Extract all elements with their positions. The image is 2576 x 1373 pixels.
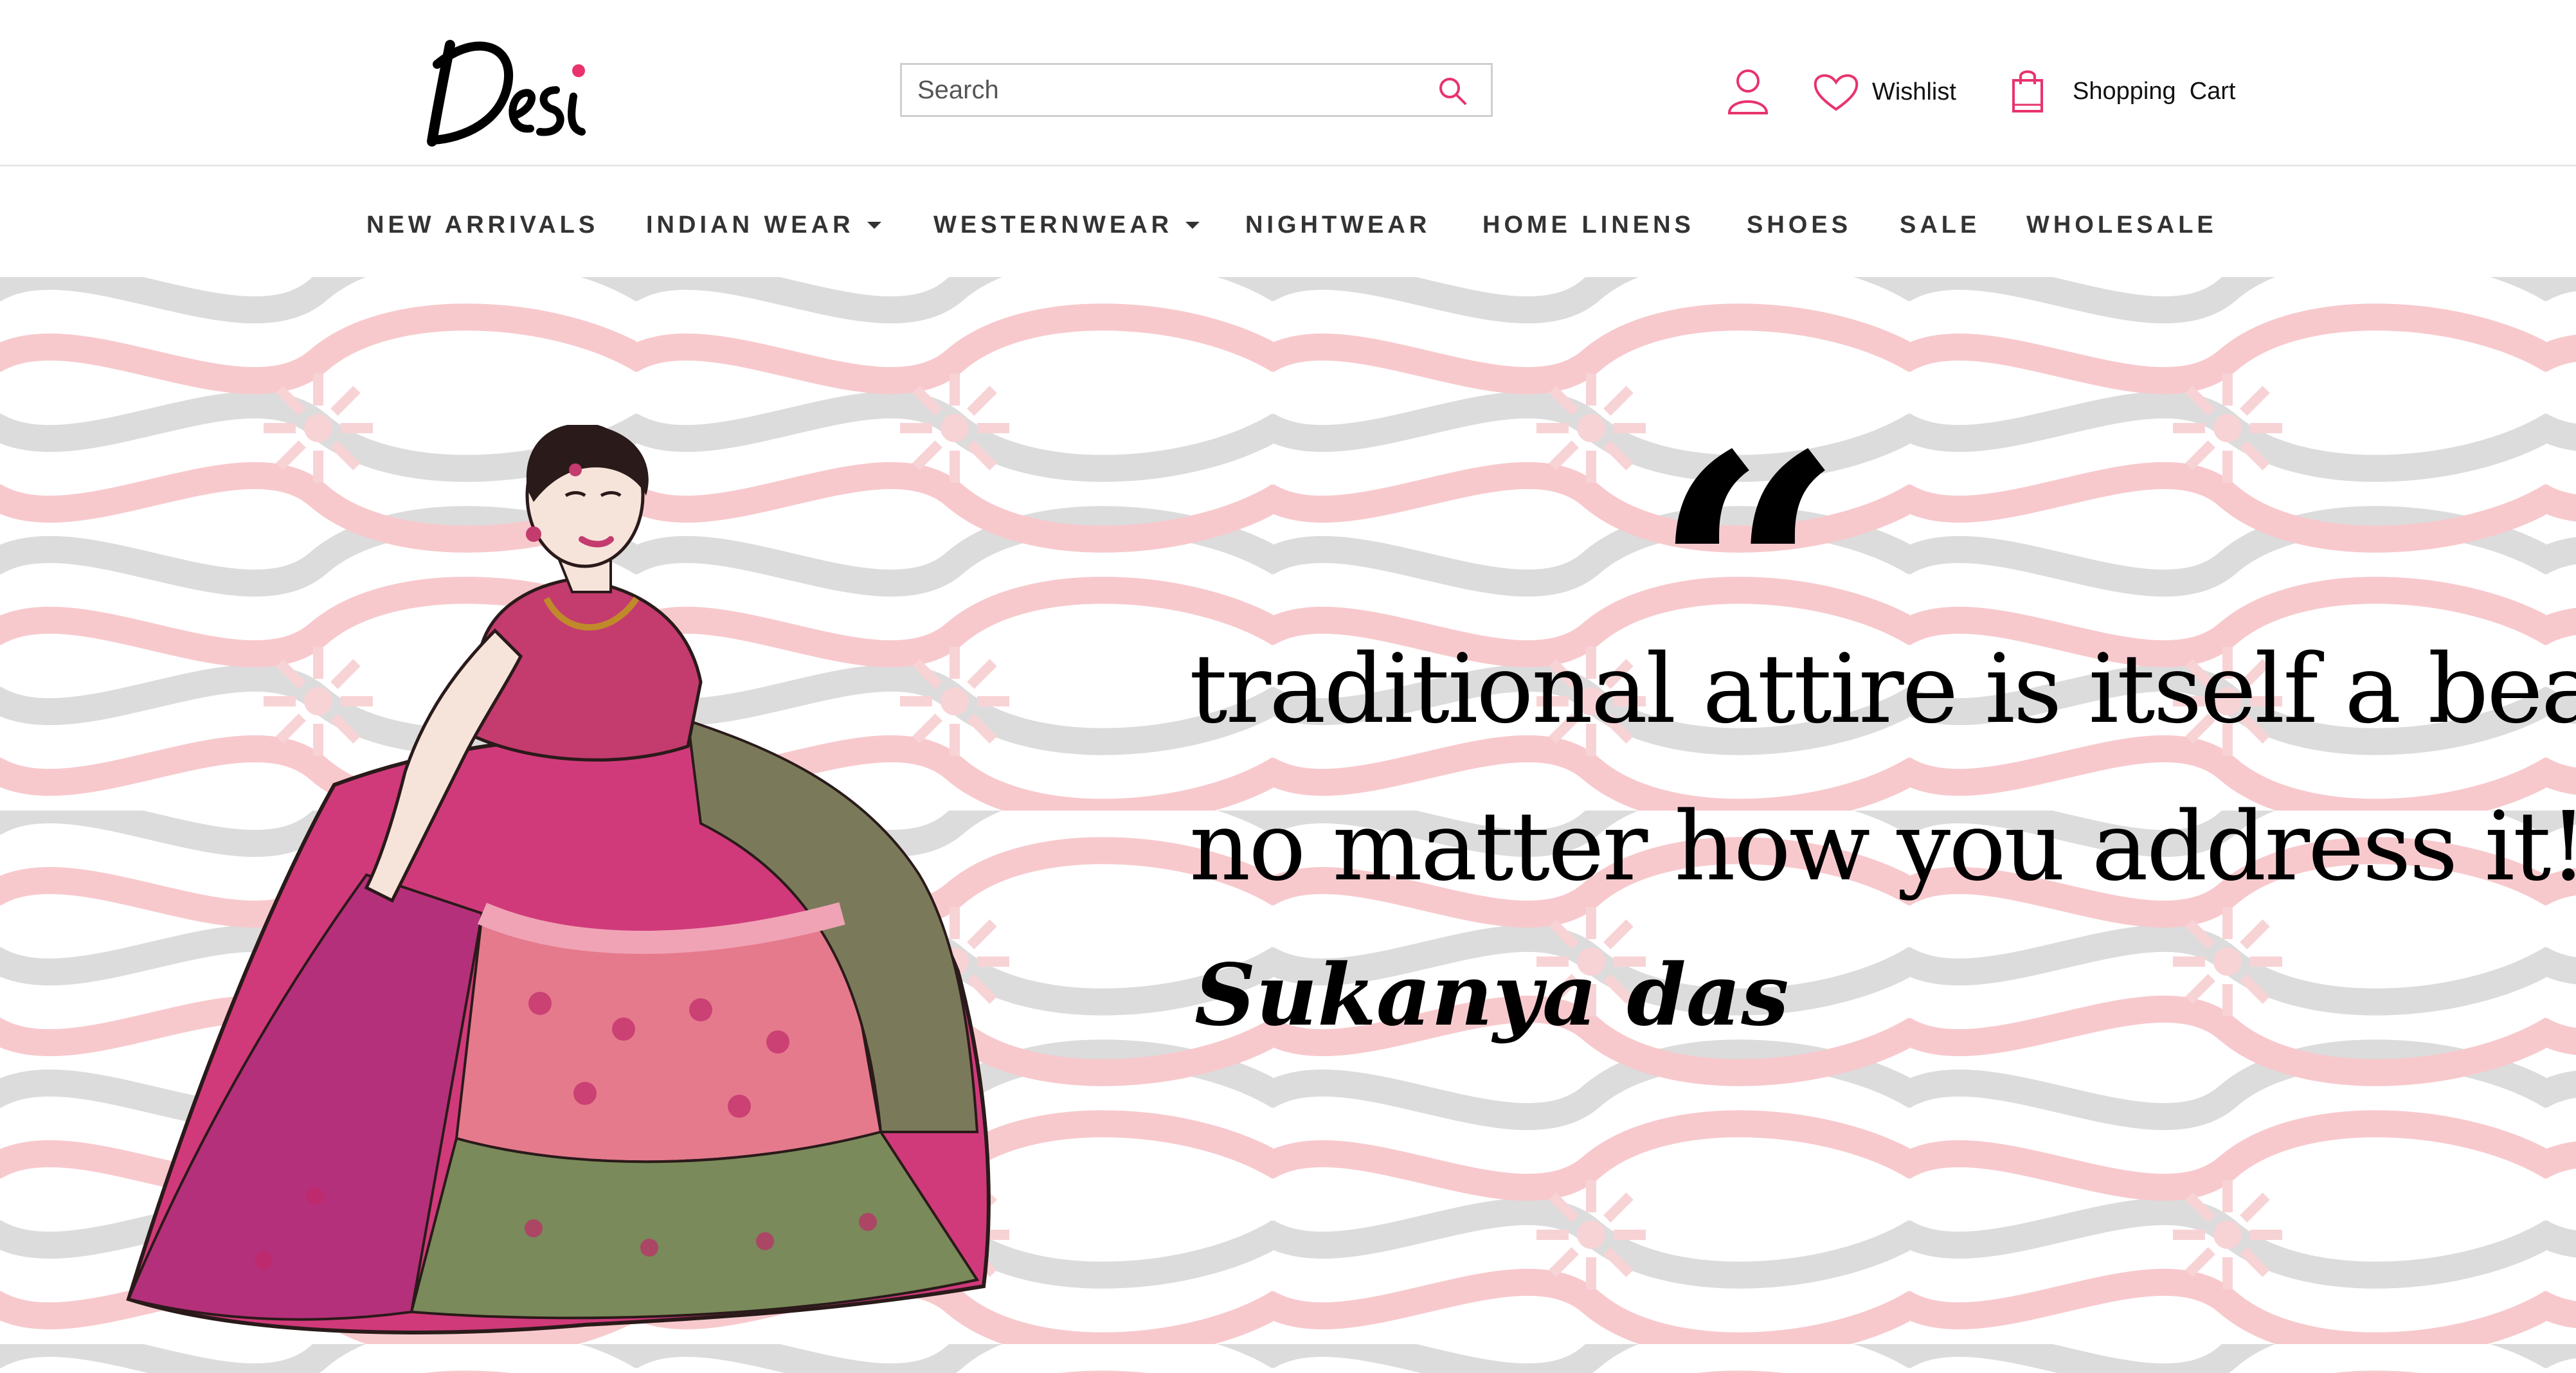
search-icon[interactable]: [1437, 75, 1468, 106]
hero-banner[interactable]: “ traditional attire is itself a beauty.…: [0, 277, 2576, 1373]
wishlist-label: Wishlist: [1872, 78, 1956, 105]
user-icon[interactable]: [1727, 68, 1769, 114]
desi-logo[interactable]: [424, 26, 598, 154]
nav-shoes[interactable]: SHOES: [1747, 211, 1851, 239]
shopping-cart-link[interactable]: Shopping Cart: [2011, 68, 2236, 114]
wishlist-link[interactable]: Wishlist: [1813, 69, 1956, 114]
nav-nightwear[interactable]: NIGHTWEAR: [1245, 211, 1430, 239]
nav-label: HOME LINENS: [1482, 211, 1695, 238]
shopping-bag-icon: [2012, 70, 2043, 112]
shopping-cart-label: Shopping Cart: [2073, 77, 2236, 105]
nav-indian-wear[interactable]: INDIAN WEAR: [646, 211, 881, 239]
quote-line-2: no matter how you address it!: [1189, 791, 2576, 902]
nav-new-arrivals[interactable]: NEW ARRIVALS: [366, 211, 599, 239]
nav-wholesale[interactable]: WHOLESALE: [2026, 211, 2217, 239]
nav-westernwear[interactable]: WESTERNWEAR: [933, 211, 1200, 239]
nav-label: SHOES: [1747, 211, 1852, 238]
nav-home-linens[interactable]: HOME LINENS: [1482, 211, 1695, 239]
quote-author: Sukanya das: [1194, 946, 1789, 1045]
quote-mark: “: [1652, 412, 1845, 631]
nav-label: INDIAN WEAR: [646, 211, 854, 238]
main-navigation: NEW ARRIVALS INDIAN WEAR WESTERNWEAR NIG…: [0, 166, 2576, 277]
heart-icon: [1814, 74, 1859, 111]
nav-label: NEW ARRIVALS: [366, 211, 599, 238]
search-box: [900, 63, 1493, 117]
quote-line-1: traditional attire is itself a beauty.: [1189, 634, 2576, 744]
nav-sale[interactable]: SALE: [1900, 211, 1980, 239]
nav-label: WHOLESALE: [2026, 211, 2217, 238]
search-input[interactable]: [902, 65, 1416, 115]
saree-woman-illustration: [126, 425, 991, 1334]
nav-label: NIGHTWEAR: [1245, 211, 1431, 238]
caret-down-icon: [867, 222, 881, 229]
caret-down-icon: [1185, 222, 1200, 229]
nav-label: SALE: [1900, 211, 1981, 238]
site-header: Wishlist Shopping Cart: [0, 0, 2576, 166]
nav-label: WESTERNWEAR: [933, 211, 1173, 238]
